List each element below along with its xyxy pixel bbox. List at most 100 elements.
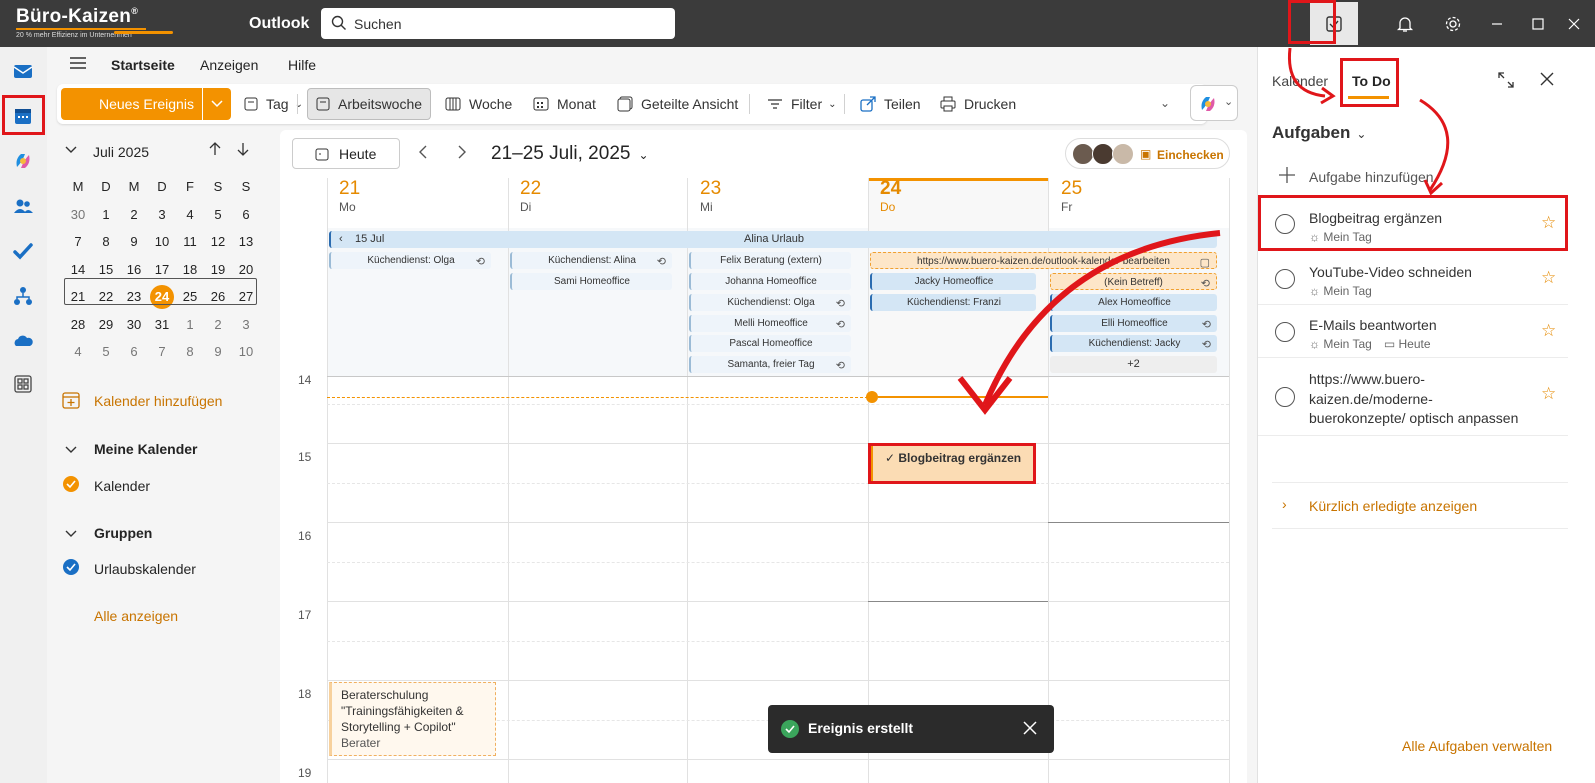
star-icon[interactable]: ☆ [1541,321,1556,341]
mini-calendar-day[interactable]: 30 [120,317,148,332]
people-icon[interactable] [11,194,35,218]
task-item[interactable]: YouTube-Video schneiden ☼ Mein Tag ☆ [1258,252,1568,305]
tab-anzeigen[interactable]: Anzeigen [200,57,258,73]
day-header-thu[interactable]: 24 Do [880,178,901,214]
event-fri-nosubject[interactable]: (Kein Betreff) ⟲ [1050,273,1217,290]
event-thu-link[interactable]: https://www.buero-kaizen.de/outlook-kale… [870,252,1217,269]
maximize-icon[interactable] [1518,8,1558,39]
chevron-down-icon[interactable] [65,444,77,459]
event-wed-2[interactable]: Küchendienst: Olga ⟲ [689,294,851,311]
chevron-down-icon[interactable] [65,528,77,543]
filter-button[interactable]: Filter ⌄ [767,88,837,120]
event-fri-kitchen[interactable]: Küchendienst: Jacky ⟲ [1050,335,1217,352]
add-task-input[interactable]: Aufgabe hinzufügen [1309,169,1434,185]
today-button[interactable]: Heute [292,138,400,169]
org-chart-icon[interactable] [11,284,35,308]
event-mon-kitchen[interactable]: Küchendienst: Olga ⟲ [329,252,491,269]
mini-calendar-day[interactable]: 1 [92,207,120,222]
mini-calendar-day[interactable]: 15 [92,262,120,277]
ribbon-overflow-chevron-icon[interactable]: ⌄ [1160,96,1170,110]
event-wed-3[interactable]: Melli Homeoffice ⟲ [689,315,851,332]
view-day-button[interactable]: Tag ⌄ [244,88,303,120]
close-icon[interactable] [1540,72,1554,89]
calendar-item-kalender[interactable]: Kalender [94,478,150,494]
onedrive-icon[interactable] [11,329,35,353]
day-header-tue[interactable]: 22 Di [520,178,541,214]
mini-calendar-title[interactable]: Juli 2025 [93,144,149,160]
event-wed-0[interactable]: Felix Beratung (extern) [689,252,851,269]
minimize-icon[interactable] [1477,8,1517,39]
calendar-check-icon[interactable] [63,559,79,575]
tab-hilfe[interactable]: Hilfe [288,57,316,73]
task-complete-checkbox[interactable] [1275,387,1295,407]
manage-tasks-link[interactable]: Alle Aufgaben verwalten [1402,738,1552,754]
popout-icon[interactable] [1498,72,1514,91]
mini-calendar-day[interactable]: 3 [232,317,260,332]
tasks-heading[interactable]: Aufgaben ⌄ [1272,123,1366,143]
mini-calendar-day[interactable]: 9 [204,344,232,359]
new-event-dropdown[interactable] [203,88,231,120]
mini-calendar-day[interactable]: 10 [232,344,260,359]
show-all-link[interactable]: Alle anzeigen [94,608,178,624]
day-header-wed[interactable]: 23 Mi [700,178,721,214]
apps-icon[interactable] [11,372,35,396]
event-training[interactable]: Beraterschulung "Trainingsfähigkeiten & … [329,682,496,756]
calendar-item-urlaubskalender[interactable]: Urlaubskalender [94,561,196,577]
mini-calendar-day[interactable]: 4 [176,207,204,222]
mini-calendar-day[interactable]: 5 [92,344,120,359]
completed-toggle[interactable]: › Kürzlich erledigte anzeigen [1272,482,1568,529]
event-alina-urlaub[interactable]: ‹ 15 Jul Alina Urlaub [329,231,1217,248]
star-icon[interactable]: ☆ [1541,213,1556,233]
mini-calendar-day[interactable]: 8 [176,344,204,359]
mini-calendar-day[interactable]: 17 [148,262,176,277]
more-events-button[interactable]: +2 [1050,356,1217,373]
event-fri-alex[interactable]: Alex Homeoffice [1050,294,1217,311]
day-header-fri[interactable]: 25 Fr [1061,178,1082,214]
collapse-chevron-icon[interactable] [65,144,77,159]
tab-kalender[interactable]: Kalender [1272,73,1328,89]
mini-calendar-day[interactable]: 7 [64,234,92,249]
mini-calendar-day[interactable]: 13 [232,234,260,249]
date-range-title[interactable]: 21–25 Juli, 2025 ⌄ [491,143,649,165]
mini-calendar-day[interactable]: 31 [148,317,176,332]
mini-calendar-day[interactable]: 2 [204,317,232,332]
mini-calendar-day[interactable]: 2 [120,207,148,222]
mini-calendar-day[interactable]: 18 [176,262,204,277]
print-button[interactable]: Drucken [940,88,1016,120]
event-tue-kitchen[interactable]: Küchendienst: Alina ⟲ [510,252,672,269]
mini-calendar-day[interactable]: 12 [204,234,232,249]
new-event-button[interactable]: Neues Ereignis [61,88,202,120]
copilot-icon[interactable] [11,149,35,173]
calendar-check-icon[interactable] [63,476,79,492]
checkin-button[interactable]: ▣ Einchecken [1065,138,1230,169]
mini-calendar-day[interactable]: 30 [64,207,92,222]
task-complete-checkbox[interactable] [1275,322,1295,342]
mini-calendar-day[interactable]: 10 [148,234,176,249]
gear-icon[interactable] [1433,8,1473,39]
mini-calendar-day[interactable]: 14 [64,262,92,277]
copilot-button[interactable]: ⌄ [1190,85,1238,121]
mini-calendar-day[interactable]: 6 [232,207,260,222]
event-thu-homeoffice[interactable]: Jacky Homeoffice [870,273,1036,290]
split-view-button[interactable]: Geteilte Ansicht [617,88,738,120]
arrow-down-icon[interactable] [237,142,249,159]
mini-calendar-day[interactable]: 1 [176,317,204,332]
calendar-icon[interactable] [11,104,35,128]
event-fri-elli[interactable]: Elli Homeoffice ⟲ [1050,315,1217,332]
my-calendars-heading[interactable]: Meine Kalender [94,441,197,457]
previous-arrow-icon[interactable] [418,145,428,162]
close-window-icon[interactable] [1555,8,1593,39]
mini-calendar-day[interactable]: 20 [232,262,260,277]
hamburger-icon[interactable] [69,55,87,74]
star-icon[interactable]: ☆ [1541,268,1556,288]
close-icon[interactable] [1023,721,1037,738]
mail-icon[interactable] [11,59,35,83]
event-blogbeitrag[interactable]: ✓ Blogbeitrag ergänzen [870,445,1035,483]
mini-calendar-day[interactable]: 16 [120,262,148,277]
mini-calendar-day[interactable]: 5 [204,207,232,222]
event-tue-homeoffice[interactable]: Sami Homeoffice [510,273,672,290]
mini-calendar-day[interactable]: 4 [64,344,92,359]
mini-calendar-day[interactable]: 19 [204,262,232,277]
bell-icon[interactable] [1385,8,1425,39]
mini-calendar-day[interactable]: 7 [148,344,176,359]
